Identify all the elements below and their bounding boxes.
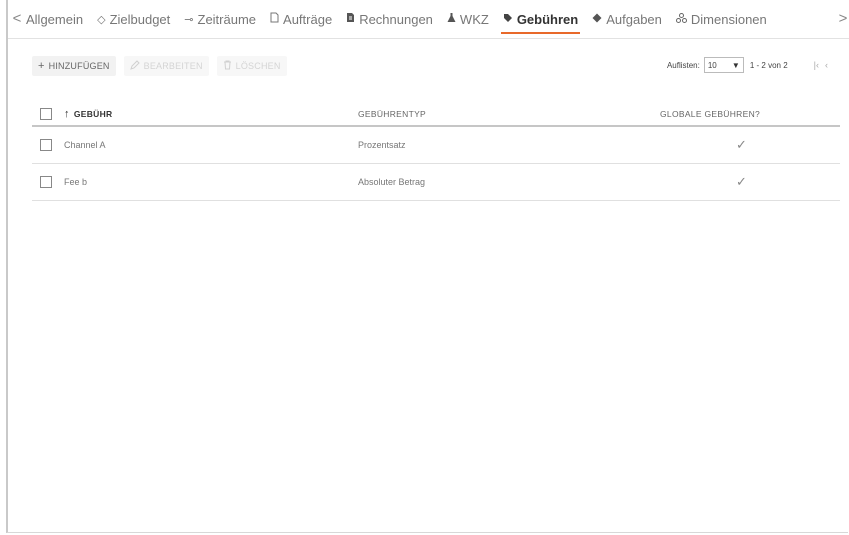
tab-rechnungen[interactable]: Rechnungen <box>346 0 433 38</box>
tab-label: Zielbudget <box>109 11 171 27</box>
dimensions-icon <box>675 12 687 26</box>
add-button[interactable]: + HINZUFÜGEN <box>32 56 116 76</box>
tab-zeitraeume[interactable]: ⊸ Zeiträume <box>184 0 256 38</box>
cell-fee: Fee b <box>64 177 88 187</box>
timeline-icon: ⊸ <box>184 13 194 26</box>
tab-auftraege[interactable]: Aufträge <box>270 0 332 38</box>
tab-bar: < Allgemein ◇ Zielbudget ⊸ Zeiträume Auf… <box>8 0 849 39</box>
tag-icon <box>503 13 513 26</box>
scroll-right-icon[interactable]: > <box>836 9 849 29</box>
delete-button-label: LÖSCHEN <box>235 61 281 71</box>
tab-label: Zeiträume <box>197 11 257 27</box>
document-icon <box>270 12 279 26</box>
header-fee-type[interactable]: GEBÜHRENTYP <box>358 109 426 119</box>
tab-gebuehren[interactable]: Gebühren <box>500 0 581 38</box>
target-icon: ◇ <box>97 13 106 26</box>
prev-page-icon[interactable]: ‹ <box>825 60 828 70</box>
fees-table: ↑ GEBÜHR GEBÜHRENTYP GLOBALE GEBÜHREN? Ch… <box>32 103 840 201</box>
header-global-fees[interactable]: GLOBALE GEBÜHREN? <box>660 109 760 119</box>
invoice-icon <box>346 12 355 26</box>
select-all-checkbox[interactable] <box>40 108 52 120</box>
edit-button[interactable]: BEARBEITEN <box>123 56 209 76</box>
page-size-value: 10 <box>707 60 717 70</box>
delete-button[interactable]: LÖSCHEN <box>216 56 287 76</box>
add-button-label: HINZUFÜGEN <box>48 61 110 71</box>
tab-zielbudget[interactable]: ◇ Zielbudget <box>97 0 170 38</box>
cell-fee-type: Prozentsatz <box>358 140 406 150</box>
table-row[interactable]: Channel A Prozentsatz ✓ <box>32 127 840 164</box>
cell-fee-type: Absoluter Betrag <box>358 177 426 187</box>
page-size-select[interactable]: 10 ▼ <box>703 57 744 73</box>
tab-dimensionen[interactable]: Dimensionen <box>675 0 767 38</box>
row-checkbox[interactable] <box>40 139 52 151</box>
plus-icon: + <box>38 60 45 72</box>
pencil-icon <box>129 59 140 73</box>
flask-icon <box>447 12 456 26</box>
scroll-left-icon[interactable]: < <box>10 9 24 29</box>
edit-button-label: BEARBEITEN <box>143 61 203 71</box>
row-checkbox[interactable] <box>40 176 52 188</box>
tab-label: Allgemein <box>26 11 84 27</box>
tab-list: Allgemein ◇ Zielbudget ⊸ Zeiträume Auftr… <box>26 0 781 38</box>
sort-up-icon: ↑ <box>64 108 70 120</box>
tab-aufgaben[interactable]: Aufgaben <box>592 0 662 38</box>
pagination: Auflisten: 10 ▼ 1 - 2 von 2 |‹ ‹ <box>667 54 828 76</box>
checkmark-icon: ✓ <box>736 174 747 189</box>
chevron-down-icon: ▼ <box>731 60 740 70</box>
first-page-icon[interactable]: |‹ <box>814 60 819 70</box>
tab-label: Dimensionen <box>690 11 767 27</box>
trash-icon <box>223 60 232 73</box>
page-range: 1 - 2 von 2 <box>749 60 788 70</box>
tab-label: Rechnungen <box>359 11 433 27</box>
tab-wkz[interactable]: WKZ <box>447 0 489 38</box>
main-panel: < Allgemein ◇ Zielbudget ⊸ Zeiträume Auf… <box>6 0 849 533</box>
tab-label: Aufträge <box>283 11 333 27</box>
toolbar: + HINZUFÜGEN BEARBEITEN LÖSCHEN <box>32 56 295 76</box>
cell-fee: Channel A <box>64 140 106 150</box>
tab-label: Gebühren <box>516 11 579 27</box>
header-fee[interactable]: ↑ GEBÜHR <box>64 108 112 120</box>
task-icon <box>592 13 602 26</box>
table-row[interactable]: Fee b Absoluter Betrag ✓ <box>32 164 840 201</box>
tab-label: Aufgaben <box>606 11 662 27</box>
checkmark-icon: ✓ <box>736 137 747 152</box>
page-size-label: Auflisten: <box>666 60 700 70</box>
tab-allgemein[interactable]: Allgemein <box>26 0 83 38</box>
tab-label: WKZ <box>459 11 489 27</box>
page-nav: |‹ ‹ <box>808 60 828 70</box>
header-fee-label: GEBÜHR <box>73 109 113 119</box>
table-header: ↑ GEBÜHR GEBÜHRENTYP GLOBALE GEBÜHREN? <box>32 103 840 127</box>
